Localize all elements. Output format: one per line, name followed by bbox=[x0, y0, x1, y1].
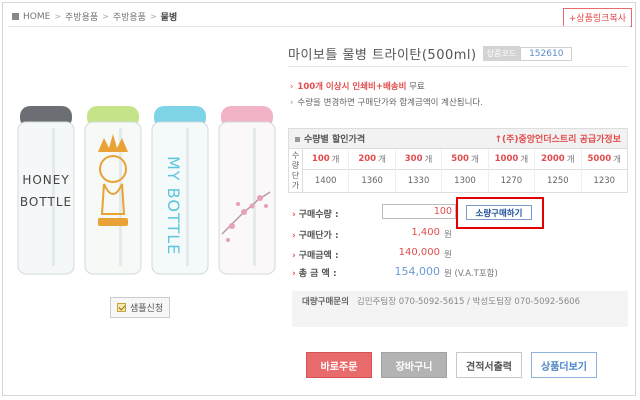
notice-quantity-text: 수량을 변경하면 구매단가와 합계금액이 계산됩니다. bbox=[297, 98, 483, 108]
discount-price: 1400 bbox=[314, 176, 337, 186]
bullet-icon: › bbox=[292, 251, 296, 261]
product-title: 마이보틀 물병 트라이탄(500ml) bbox=[288, 48, 477, 63]
discount-table-side-label: 수 량 단 가 bbox=[289, 149, 303, 192]
discount-column: 100 개 1400 bbox=[303, 149, 350, 192]
unit-price-won: 원 bbox=[444, 230, 452, 240]
discount-column: 200 개 1360 bbox=[349, 149, 396, 192]
copy-link-button[interactable]: +상품링크복사 bbox=[562, 8, 632, 27]
breadcrumb-current: 물병 bbox=[160, 13, 178, 23]
bulk-inquiry-label: 대량구매문의 bbox=[302, 297, 349, 307]
bullet-icon: › bbox=[292, 231, 296, 241]
discount-table-title: 수량별 할인가격 bbox=[295, 132, 365, 145]
product-image: HONEY BOTTLE MY BOTTLE bbox=[8, 34, 280, 284]
discount-price: 1250 bbox=[547, 176, 569, 186]
discount-table-grid: 수 량 단 가 100 개 1400 200 개 1360 300 개 1330 500 개 1300… bbox=[289, 149, 627, 192]
discount-column: 5000 개 1230 bbox=[581, 149, 627, 192]
product-code-value: 152610 bbox=[520, 46, 573, 61]
notice-highlight: 인쇄비+배송비 bbox=[352, 82, 407, 92]
square-icon bbox=[295, 137, 300, 142]
svg-text:MY BOTTLE: MY BOTTLE bbox=[164, 156, 183, 255]
total-label: › 총 금 액 : bbox=[292, 269, 337, 279]
divider bbox=[288, 66, 628, 67]
discount-price: 1270 bbox=[500, 176, 523, 186]
price-label: › 구매금액 : bbox=[292, 251, 339, 261]
discount-column: 300 개 1330 bbox=[395, 149, 443, 192]
svg-text:HONEY: HONEY bbox=[22, 173, 69, 187]
breadcrumb: HOME > 주방용품 > 주방용품 > 물병 bbox=[12, 10, 177, 23]
bullet-icon: › bbox=[292, 269, 296, 279]
notice-free-shipping: › 100개 이상시 인쇄비+배송비 무료 bbox=[290, 80, 425, 92]
print-quote-button[interactable]: 견적서출력 bbox=[456, 352, 522, 378]
price-value: 140,000 bbox=[398, 247, 440, 258]
cart-button[interactable]: 장바구니 bbox=[381, 352, 447, 378]
home-icon bbox=[12, 13, 19, 20]
product-title-row: 마이보틀 물병 트라이탄(500ml) 상품코드 152610 bbox=[288, 44, 573, 63]
total-vat-note: 원 (V.A.T포함) bbox=[444, 269, 498, 279]
sample-request-button[interactable]: 샘플신청 bbox=[110, 297, 171, 318]
discount-price: 1330 bbox=[407, 176, 430, 186]
qty-label: › 구매수량 : bbox=[292, 210, 339, 220]
order-now-button[interactable]: 바로주문 bbox=[306, 352, 372, 378]
discount-table-columns: 100 개 1400 200 개 1360 300 개 1330 500 개 1300 1000 개 127… bbox=[303, 149, 627, 192]
notice-prefix: 100개 이상시 bbox=[297, 82, 353, 92]
bottle-honey: HONEY BOTTLE bbox=[17, 106, 75, 275]
discount-column: 2000 개 1250 bbox=[535, 149, 582, 192]
discount-quantity: 200 개 bbox=[349, 149, 395, 170]
breadcrumb-item-2[interactable]: 주방용품 bbox=[113, 10, 146, 23]
bottles-illustration: HONEY BOTTLE MY BOTTLE bbox=[17, 106, 276, 275]
svg-text:BOTTLE: BOTTLE bbox=[20, 195, 72, 209]
quantity-input[interactable] bbox=[382, 204, 456, 219]
discount-quantity: 1000 개 bbox=[488, 149, 535, 170]
breadcrumb-separator-icon: > bbox=[149, 12, 157, 21]
unit-price-value: 1,400 bbox=[411, 227, 440, 238]
breadcrumb-separator-icon: > bbox=[54, 12, 62, 21]
divider bbox=[8, 26, 630, 27]
price-won: 원 bbox=[444, 250, 452, 260]
bullet-icon: › bbox=[290, 82, 294, 92]
unit-price-label: › 구매단가 : bbox=[292, 231, 339, 241]
supplier-info-link[interactable]: ↑(주)중앙언더스트리 공급가정보 bbox=[494, 132, 621, 145]
sample-request-label: 샘플신청 bbox=[130, 304, 164, 314]
bulk-inquiry-box: 대량구매문의 김민주팀장 070-5092-5615 / 박성도팀장 070-50… bbox=[292, 291, 628, 327]
discount-quantity: 300 개 bbox=[395, 149, 442, 170]
bottle-blossom bbox=[218, 106, 276, 275]
bullet-icon: › bbox=[292, 210, 296, 220]
discount-price: 1360 bbox=[361, 176, 383, 186]
discount-quantity: 100 개 bbox=[303, 149, 349, 170]
discount-quantity: 5000 개 bbox=[581, 149, 627, 170]
notice-suffix: 무료 bbox=[406, 82, 425, 92]
total-value: 154,000 bbox=[394, 265, 441, 278]
more-products-button[interactable]: 상품더보기 bbox=[531, 352, 597, 378]
bullet-icon: › bbox=[290, 98, 294, 108]
notice-quantity: › 수량을 변경하면 구매단가와 합계금액이 계산됩니다. bbox=[290, 96, 483, 108]
discount-price: 1230 bbox=[593, 176, 616, 186]
product-code-label: 상품코드 bbox=[482, 46, 521, 61]
discount-quantity: 500 개 bbox=[442, 149, 488, 170]
discount-table-header: 수량별 할인가격 ↑(주)중앙언더스트리 공급가정보 bbox=[289, 129, 627, 149]
small-purchase-button[interactable]: 소량구매하기 bbox=[466, 205, 532, 220]
bottle-king bbox=[84, 106, 142, 275]
breadcrumb-item-1[interactable]: 주방용품 bbox=[65, 10, 98, 23]
breadcrumb-home[interactable]: HOME bbox=[23, 12, 50, 22]
bulk-inquiry-text: 김민주팀장 070-5092-5615 / 박성도팀장 070-5092-560… bbox=[356, 297, 581, 307]
breadcrumb-separator-icon: > bbox=[102, 12, 109, 21]
discount-column: 500 개 1300 bbox=[442, 149, 489, 192]
checkbox-icon bbox=[117, 303, 126, 312]
discount-table: 수량별 할인가격 ↑(주)중앙언더스트리 공급가정보 수 량 단 가 100 개 1… bbox=[288, 128, 628, 193]
discount-price: 1300 bbox=[454, 176, 476, 186]
bottle-mybottle: MY BOTTLE bbox=[151, 106, 209, 275]
discount-column: 1000 개 1270 bbox=[488, 149, 536, 192]
discount-quantity: 2000 개 bbox=[535, 149, 581, 170]
bulk-highlight-box: 소량구매하기 bbox=[456, 197, 544, 229]
